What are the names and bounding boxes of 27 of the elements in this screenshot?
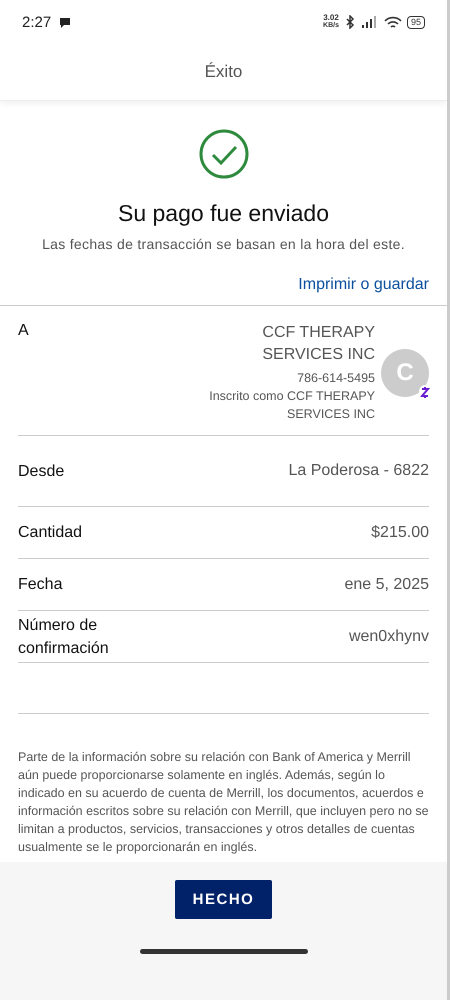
zelle-badge-icon [419,384,431,398]
field-value: $215.00 [371,524,429,542]
recipient-phone: 786-614-5495 [297,370,375,387]
field-value: wen0xhynv [348,628,429,646]
field-label: Fecha [18,575,64,595]
checkmark-circle-icon [198,128,250,180]
confirmation-heading: Su pago fue enviado [118,200,329,227]
field-label: Desde [18,462,66,482]
done-button[interactable]: HECHO [174,880,272,919]
field-label: A [18,322,29,341]
recipient-name: CCF THERAPY SERVICES INC [261,323,375,365]
disclaimer-text: Parte de la información sobre su relación con Bank of America y Merrill aún puede proporcionarse solamente en inglés. Además, según lo indicado en su acuerdo de cuenta de Merrill, los documentos, acuerdos e información escritos sobre su relación con Merrill, que incluyen pero no se limitan a productos, servicios, transacciones y otros detalles de cuentas usualmente se le proporcionarán en inglés. [17,749,430,856]
chat-bubble-icon [59,16,72,28]
battery-level: 95 [410,17,421,27]
field-value: ene 5, 2025 [344,576,429,594]
network-speed-value: 3.02 [323,14,339,22]
bluetooth-icon [344,15,356,29]
timezone-note: Las fechas de transacción se basan en la hora del este. [42,236,405,252]
field-label: Número de confirmación [18,616,110,658]
enrolled-name: Inscrito como CCF THERAPY SERVICES INC [208,388,375,423]
print-save-link[interactable]: Imprimir o guardar [298,276,429,294]
wifi-icon [384,16,402,28]
field-label: Cantidad [18,523,84,543]
field-value: La Poderosa - 6822 [288,462,429,480]
signal-icon [360,16,379,28]
screen-title: Éxito [204,62,242,82]
clock-time: 2:27 [22,14,52,30]
